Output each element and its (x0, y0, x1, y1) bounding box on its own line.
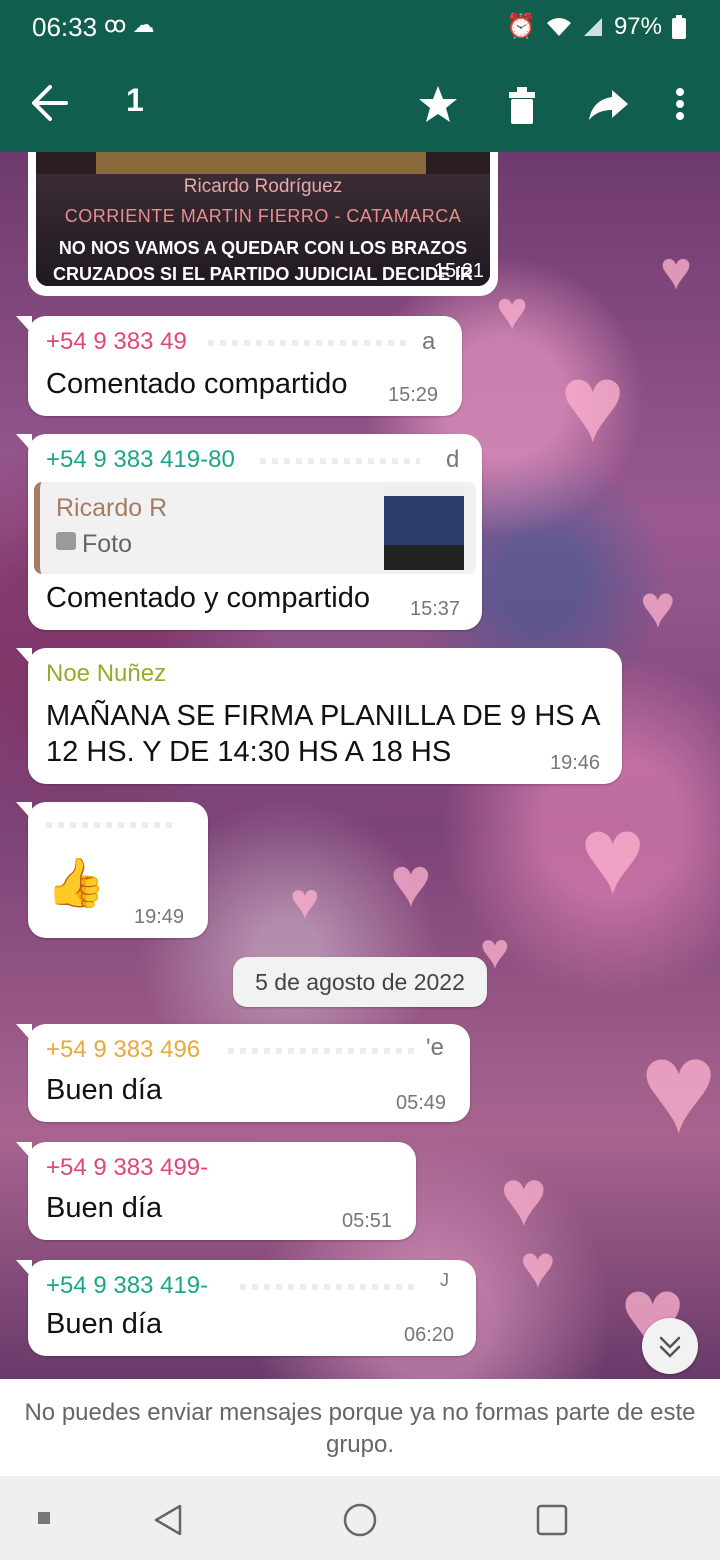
message-bubble[interactable]: +54 9 383 499- Buen día 05:51 (16, 1142, 416, 1240)
sender-phone: +54 9 383 49 (46, 328, 187, 355)
background-heart: ♥ (390, 843, 432, 921)
sender-phone: +54 9 383 499- (46, 1154, 209, 1181)
redacted-area (260, 458, 420, 464)
poster-line: CORRIENTE MARTIN FIERRO - CATAMARCA (64, 206, 462, 226)
bubble-tail (16, 648, 32, 666)
sender-phone: +54 9 383 419- (46, 1272, 209, 1299)
quoted-message[interactable]: Ricardo R Foto (34, 482, 476, 574)
double-chevron-down-icon (659, 1336, 681, 1358)
sender-phone: +54 9 383 419-80 (46, 446, 235, 473)
signal-icon (583, 17, 602, 36)
background-heart: ♥ (640, 573, 676, 640)
forward-icon[interactable] (586, 80, 630, 128)
message-text: Comentado compartido (46, 368, 348, 400)
message-text: Buen día (46, 1308, 163, 1340)
redacted-area (240, 1284, 420, 1290)
back-arrow-icon[interactable] (28, 78, 72, 128)
message-time: 05:51 (342, 1210, 393, 1232)
star-icon[interactable] (416, 80, 460, 128)
photo-icon (56, 532, 76, 550)
poster-line: CRUZADOS SI EL PARTIDO JUDICIAL DECIDE I… (52, 264, 474, 284)
bubble-tail (16, 316, 32, 334)
poster-photo-edge (96, 152, 426, 174)
nav-recents-icon[interactable] (532, 1500, 572, 1540)
selected-count: 1 (126, 82, 144, 118)
message-time: 15:29 (388, 384, 439, 406)
bubble-tail (16, 802, 32, 820)
bubble-tail (16, 1142, 32, 1160)
background-heart: ♥ (520, 1233, 556, 1300)
message-text-line: 12 HS. Y DE 14:30 HS A 18 HS (46, 736, 452, 768)
redacted-area (46, 822, 176, 828)
quoted-thumbnail (384, 486, 464, 570)
nav-home-icon[interactable] (340, 1500, 380, 1540)
poster-line: NO NOS VAMOS A QUEDAR CON LOS BRAZOS (58, 238, 468, 258)
selection-app-bar: 1 (0, 56, 720, 152)
message-text: Buen día (46, 1192, 163, 1224)
sender-phone: +54 9 383 496 (46, 1036, 201, 1063)
message-time: 15:37 (410, 598, 461, 620)
redacted-area (208, 340, 408, 346)
message-text-line: MAÑANA SE FIRMA PLANILLA DE 9 HS A (46, 700, 601, 732)
system-navigation-bar (0, 1476, 720, 1560)
menu-dot-icon[interactable] (36, 1510, 52, 1526)
message-bubble[interactable]: +54 9 383 49 a Comentado compartido 15:2… (16, 316, 462, 416)
delete-icon[interactable] (500, 80, 544, 128)
quoted-text: Foto (82, 530, 133, 558)
message-bubble[interactable]: 👍 19:49 (16, 802, 208, 938)
status-right: ⏰ 97% (506, 12, 686, 41)
message-time: 15:21 (433, 260, 484, 282)
message-bubble[interactable]: Noe Nuñez MAÑANA SE FIRMA PLANILLA DE 9 … (16, 648, 622, 784)
message-bubble[interactable]: +54 9 383 496 'e Buen día 05:49 (16, 1024, 470, 1122)
message-time: 06:20 (404, 1324, 455, 1346)
background-heart: ♥ (640, 1014, 718, 1160)
date-divider: 5 de agosto de 2022 (233, 957, 487, 1007)
bubble-tail (16, 434, 32, 452)
poster-line: Ricardo Rodríguez (183, 176, 343, 197)
status-bar: 06:33 ꝏ ☁ ⏰ 97% (0, 0, 720, 56)
voicemail-icon: ꝏ ☁ (104, 12, 155, 37)
background-heart: ♥ (500, 1153, 548, 1242)
background-heart: ♥ (660, 241, 693, 301)
sender-name-fragment: 'e (426, 1034, 444, 1061)
background-heart: ♥ (560, 342, 626, 465)
bubble-tail (16, 1260, 32, 1278)
message-text: Buen día (46, 1074, 163, 1106)
scroll-to-bottom-button[interactable] (642, 1318, 698, 1374)
sender-name-fragment: a (422, 328, 436, 355)
image-message[interactable]: Ricardo Rodríguez CORRIENTE MARTIN FIERR… (28, 152, 498, 296)
background-heart: ♥ (496, 281, 529, 341)
sender-name: Noe Nuñez (46, 660, 167, 687)
more-options-icon[interactable] (658, 80, 702, 128)
background-heart: ♥ (290, 873, 320, 929)
sender-name-fragment: J (440, 1270, 449, 1290)
wifi-icon (546, 17, 571, 36)
status-time: 06:33 (32, 12, 98, 42)
sender-name-fragment: d (446, 446, 460, 473)
battery-level: 97% (613, 12, 662, 40)
background-heart: ♥ (580, 794, 646, 917)
poster-image: Ricardo Rodríguez CORRIENTE MARTIN FIERR… (36, 152, 490, 286)
message-text: Comentado y compartido (46, 582, 370, 614)
redacted-area (228, 1048, 418, 1054)
message-bubble[interactable]: +54 9 383 419- J Buen día 06:20 (16, 1260, 476, 1356)
thumbs-up-emoji: 👍 (46, 857, 106, 910)
cannot-send-notice: No puedes enviar mensajes porque ya no f… (0, 1379, 720, 1476)
nav-back-icon[interactable] (148, 1500, 188, 1540)
alarm-icon: ⏰ (506, 13, 536, 40)
quoted-sender: Ricardo R (56, 494, 168, 522)
message-time: 19:46 (550, 752, 601, 774)
battery-icon (672, 14, 686, 39)
message-time: 05:49 (396, 1092, 447, 1114)
bubble-tail (16, 1024, 32, 1042)
message-bubble[interactable]: +54 9 383 419-80 d Ricardo R Foto Coment… (16, 434, 482, 630)
message-time: 19:49 (134, 906, 185, 928)
